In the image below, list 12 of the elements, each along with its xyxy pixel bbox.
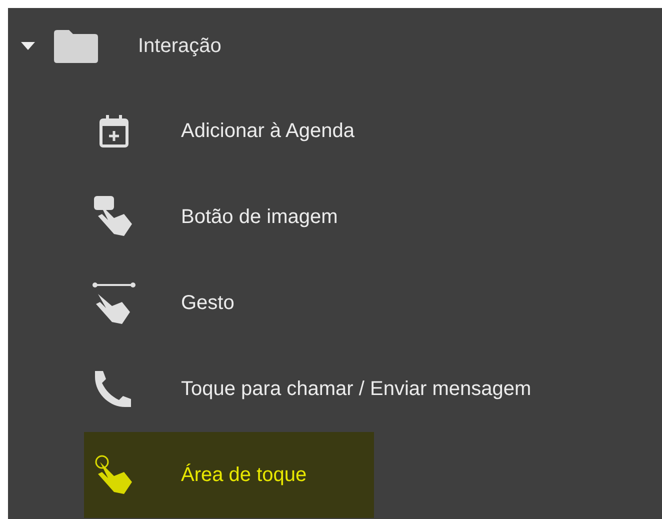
tree-item[interactable]: Adicionar à Agenda [84, 88, 374, 174]
folder-icon [54, 29, 98, 63]
tree-item[interactable]: Botão de imagem [84, 174, 374, 260]
tree-item[interactable]: Gesto [84, 260, 374, 346]
hand-tap-icon [94, 196, 134, 238]
caret-icon[interactable] [20, 40, 36, 52]
swipe-icon [92, 282, 136, 324]
hand-tap-icon [94, 454, 134, 496]
calendar-add-icon [99, 114, 129, 148]
tree-item[interactable]: Toque para chamar / Enviar mensagem [84, 346, 532, 432]
tree-item[interactable]: Área de toque [84, 432, 374, 518]
folder-label[interactable]: Interação [138, 34, 222, 58]
